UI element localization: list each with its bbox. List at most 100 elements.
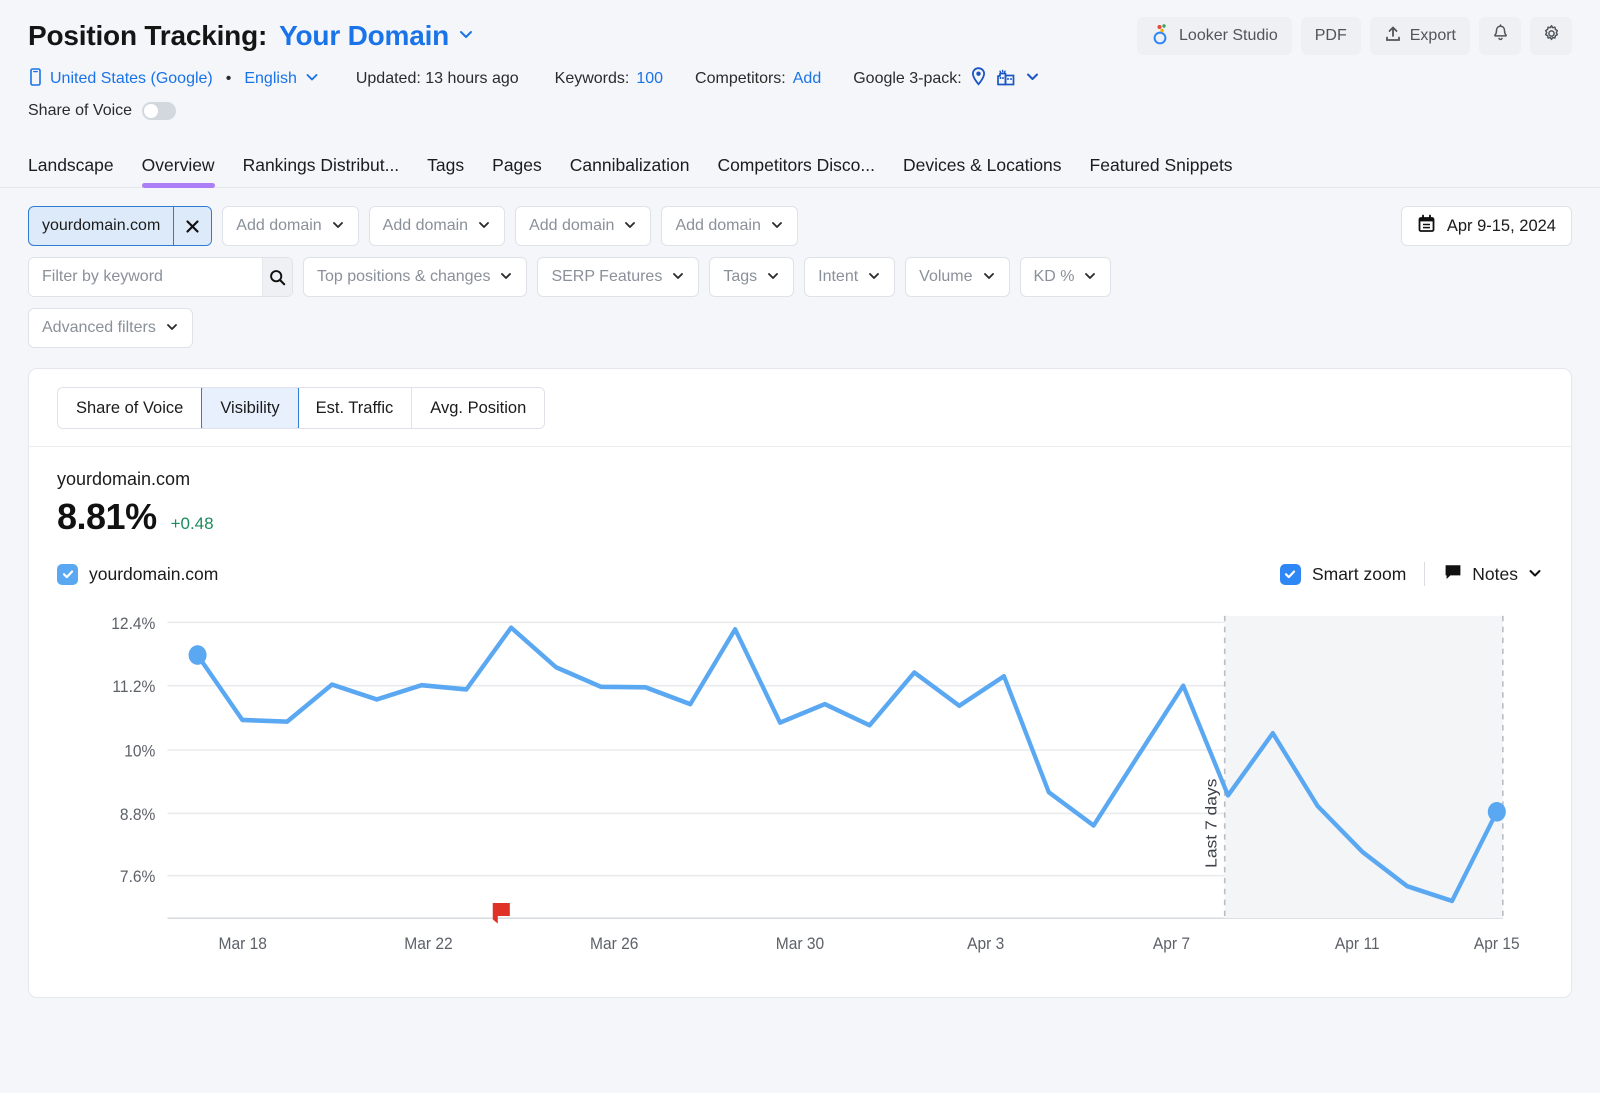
- kpi-row: 8.81% +0.48: [57, 496, 1543, 538]
- tab-label: Competitors Disco...: [717, 155, 875, 175]
- smart-zoom-checkbox[interactable]: [1280, 564, 1301, 585]
- tab-devices-locations[interactable]: Devices & Locations: [889, 155, 1076, 187]
- competitors-add-link[interactable]: Add: [793, 70, 821, 88]
- search-icon[interactable]: [262, 258, 292, 296]
- filter-intent[interactable]: Intent: [804, 257, 895, 297]
- metric-tab-est-traffic[interactable]: Est. Traffic: [298, 388, 413, 428]
- add-domain-label: Add domain: [236, 217, 321, 235]
- filter-tags[interactable]: Tags: [709, 257, 794, 297]
- add-domain-slot-1[interactable]: Add domain: [222, 206, 358, 246]
- metric-tab-bar: Share of Voice Visibility Est. Traffic A…: [29, 369, 1571, 447]
- filter-top-positions[interactable]: Top positions & changes: [303, 257, 527, 297]
- date-range-picker[interactable]: Apr 9-15, 2024: [1401, 206, 1572, 246]
- tab-cannibalization[interactable]: Cannibalization: [556, 155, 704, 187]
- metric-tab-share-of-voice[interactable]: Share of Voice: [58, 388, 202, 428]
- metric-tab-avg-position[interactable]: Avg. Position: [412, 388, 544, 428]
- chevron-down-icon: [623, 218, 637, 235]
- chevron-down-icon: [165, 320, 179, 337]
- chevron-down-icon[interactable]: [1024, 68, 1041, 90]
- note-comment-icon: [1443, 562, 1463, 587]
- add-domain-slot-4[interactable]: Add domain: [661, 206, 797, 246]
- export-label: Export: [1410, 27, 1456, 45]
- hotel-building-icon[interactable]: [995, 66, 1017, 93]
- location-selector[interactable]: United States (Google) • English: [28, 67, 320, 92]
- x-tick-label: Mar 18: [219, 934, 267, 953]
- chevron-down-icon: [671, 269, 685, 286]
- share-of-voice-toggle[interactable]: [142, 102, 176, 120]
- map-pin-icon[interactable]: [969, 66, 988, 93]
- filter-serp-features[interactable]: SERP Features: [537, 257, 699, 297]
- search-input[interactable]: [29, 258, 262, 296]
- looker-studio-button[interactable]: Looker Studio: [1137, 17, 1292, 55]
- chart-tools: Smart zoom Notes: [1280, 562, 1543, 587]
- tab-label: Overview: [142, 155, 215, 175]
- google-three-pack: Google 3-pack:: [853, 66, 1041, 93]
- chevron-down-icon[interactable]: [304, 69, 320, 90]
- x-tick-label: Mar 30: [776, 934, 824, 953]
- close-icon[interactable]: [173, 207, 211, 245]
- looker-studio-label: Looker Studio: [1179, 27, 1278, 45]
- series-checkbox[interactable]: [57, 564, 78, 585]
- domain-selector-label[interactable]: Your Domain: [279, 20, 449, 52]
- meta-separator: •: [226, 70, 232, 88]
- metric-tab-label: Est. Traffic: [316, 399, 394, 418]
- keywords-value[interactable]: 100: [636, 70, 663, 88]
- main-tabs: Landscape Overview Rankings Distribut...…: [0, 142, 1600, 188]
- filter-label: KD %: [1034, 268, 1075, 286]
- chart-note-marker[interactable]: [493, 903, 510, 924]
- bell-icon: [1491, 24, 1510, 48]
- series-legend[interactable]: yourdomain.com: [57, 564, 218, 585]
- add-domain-label: Add domain: [383, 217, 468, 235]
- tab-landscape[interactable]: Landscape: [28, 155, 128, 187]
- add-domain-slot-3[interactable]: Add domain: [515, 206, 651, 246]
- domain-chip-label: yourdomain.com: [29, 207, 173, 245]
- meta-row: United States (Google) • English Updated…: [28, 62, 1572, 96]
- settings-button[interactable]: [1530, 17, 1572, 55]
- looker-studio-icon: [1151, 23, 1171, 50]
- page-title: Position Tracking:: [28, 20, 267, 52]
- tab-label: Devices & Locations: [903, 155, 1062, 175]
- smart-zoom-toggle[interactable]: Smart zoom: [1280, 564, 1406, 585]
- tab-label: Featured Snippets: [1090, 155, 1233, 175]
- tab-overview[interactable]: Overview: [128, 155, 229, 187]
- series-legend-label: yourdomain.com: [89, 564, 218, 585]
- tab-rankings-distribution[interactable]: Rankings Distribut...: [229, 155, 414, 187]
- header-actions: Looker Studio PDF Export: [1137, 17, 1572, 55]
- x-tick-label: Apr 15: [1474, 934, 1520, 953]
- notifications-button[interactable]: [1479, 17, 1521, 55]
- keyword-filter-row: Top positions & changes SERP Features Ta…: [28, 257, 1572, 297]
- tab-pages[interactable]: Pages: [478, 155, 556, 187]
- competitors-label: Competitors:: [695, 70, 786, 88]
- advanced-filters-button[interactable]: Advanced filters: [28, 308, 193, 348]
- tab-competitors-discovery[interactable]: Competitors Disco...: [703, 155, 889, 187]
- visibility-chart[interactable]: 12.4% 11.2% 10% 8.8% 7.6% Last 7 days: [57, 594, 1543, 987]
- tab-label: Rankings Distribut...: [243, 155, 400, 175]
- language-label: English: [244, 70, 296, 88]
- tab-tags[interactable]: Tags: [413, 155, 478, 187]
- notes-button[interactable]: Notes: [1443, 562, 1543, 587]
- add-domain-slot-2[interactable]: Add domain: [369, 206, 505, 246]
- chevron-down-icon: [477, 218, 491, 235]
- filter-volume[interactable]: Volume: [905, 257, 1009, 297]
- pdf-button[interactable]: PDF: [1301, 17, 1361, 55]
- three-pack-label: Google 3-pack:: [853, 70, 962, 88]
- gear-icon: [1542, 24, 1561, 48]
- domain-row: yourdomain.com Add domain Add domain Add…: [28, 206, 1572, 246]
- metric-tab-label: Share of Voice: [76, 399, 183, 418]
- x-tick-label: Apr 3: [967, 934, 1004, 953]
- keyword-search[interactable]: [28, 257, 293, 297]
- page-header: Position Tracking: Your Domain Looker St…: [0, 0, 1600, 126]
- add-domain-label: Add domain: [675, 217, 760, 235]
- toggle-knob: [144, 104, 158, 118]
- chevron-down-icon[interactable]: [457, 25, 475, 48]
- tab-featured-snippets[interactable]: Featured Snippets: [1076, 155, 1247, 187]
- filter-kd[interactable]: KD %: [1020, 257, 1112, 297]
- metric-tab-visibility[interactable]: Visibility: [201, 387, 298, 429]
- export-button[interactable]: Export: [1370, 17, 1470, 55]
- x-tick-label: Apr 7: [1153, 934, 1190, 953]
- chart-svg: 12.4% 11.2% 10% 8.8% 7.6% Last 7 days: [57, 594, 1543, 987]
- domain-chip[interactable]: yourdomain.com: [28, 206, 212, 246]
- card-body: yourdomain.com 8.81% +0.48 yourdomain.co…: [29, 447, 1571, 997]
- share-of-voice-row: Share of Voice: [28, 96, 1572, 126]
- chevron-down-icon: [766, 269, 780, 286]
